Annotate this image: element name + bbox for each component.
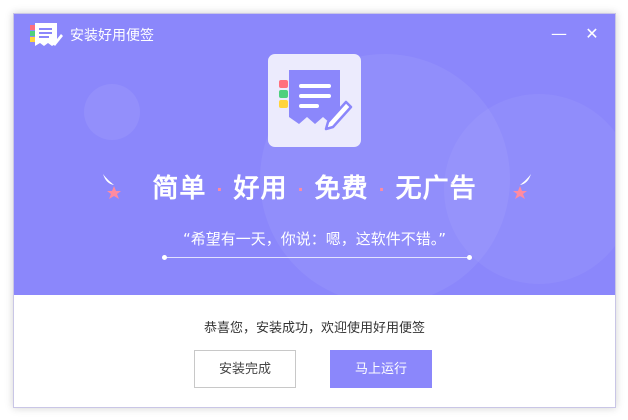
slogan-item: 免费 [314,174,369,204]
sparkle-icon [513,174,531,199]
note-logo [268,54,361,147]
slogan-item: 简单 [152,174,207,204]
note-logo-icon [279,70,353,131]
quote-underline [162,255,472,260]
decor-circle [84,84,140,140]
minimize-icon: — [551,24,567,43]
minimize-button[interactable]: — [549,24,569,44]
slogan-separator: · [216,180,224,199]
window-title: 安装好用便签 [70,28,154,44]
close-button[interactable]: ✕ [582,24,602,44]
slogan-item: 无广告 [395,174,477,204]
slogan-separator: · [378,180,386,199]
app-logo-icon [30,23,63,46]
quote-text: “希望有一天，你说：嗯，这软件不错。” [182,230,447,248]
slogan-item: 好用 [233,174,288,204]
run-now-button[interactable]: 马上运行 [330,350,432,388]
success-message: 恭喜您，安装成功，欢迎使用好用便签 [203,321,425,336]
close-icon: ✕ [585,24,599,43]
installer-window: 安装好用便签 — ✕ 简单 · 好用 · 免费 · 无广告 “希望有一天，你说：… [13,13,616,408]
hero-banner: 安装好用便签 — ✕ 简单 · 好用 · 免费 · 无广告 “希望有一天，你说：… [14,14,615,295]
install-done-button[interactable]: 安装完成 [194,350,296,388]
title-bar: 安装好用便签 — ✕ [14,14,615,54]
slogan-separator: · [297,180,305,199]
